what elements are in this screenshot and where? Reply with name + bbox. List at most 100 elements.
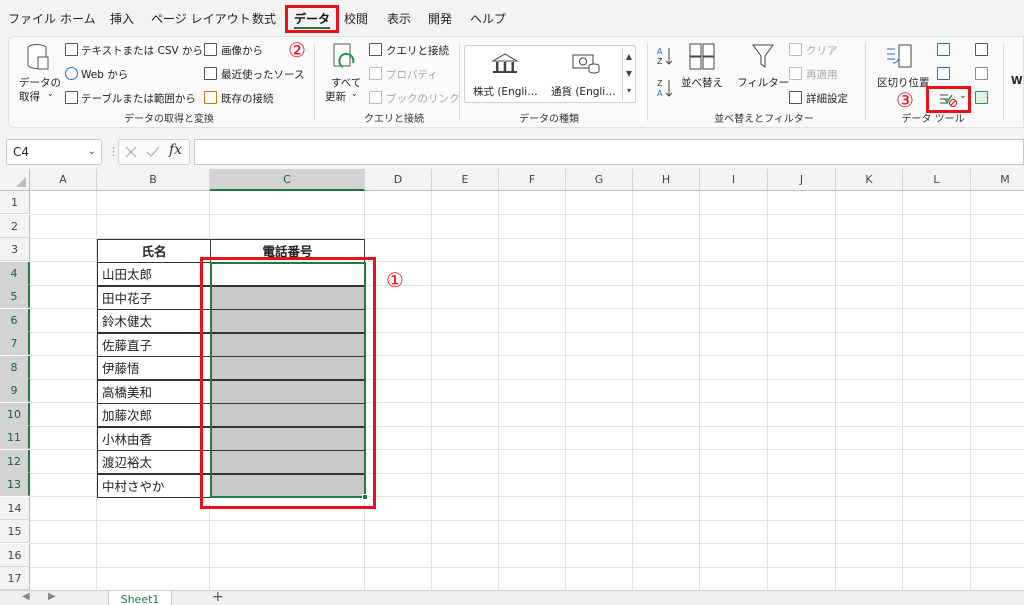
from-text-csv-button[interactable]: テキストまたは CSV から (81, 43, 203, 58)
group-label-get-data: データの取得と変換 (124, 114, 214, 125)
scroll-left-icon[interactable]: ◀ (22, 591, 30, 602)
queries-connections-button[interactable]: クエリと接続 (386, 43, 449, 58)
row-header-10[interactable]: 10 (0, 402, 30, 426)
group-divider (459, 43, 460, 121)
row-header-8[interactable]: 8 (0, 355, 30, 379)
grid-hline (30, 566, 1024, 568)
annotation-number-2: ② (288, 38, 306, 62)
workbook-links-button[interactable]: ブックのリンク (386, 91, 460, 106)
insert-function-icon[interactable]: fx (169, 142, 182, 158)
queries-connections-icon (369, 43, 382, 56)
what-if-button[interactable]: Wh (1011, 75, 1023, 87)
from-table-range-button[interactable]: テーブルまたは範囲から (81, 91, 196, 106)
cancel-icon[interactable] (125, 146, 137, 158)
properties-icon (369, 67, 382, 80)
column-header-m[interactable]: M (971, 169, 1024, 191)
tab-developer[interactable]: 開発 (428, 8, 452, 30)
name-cell[interactable]: 高橋美和 (97, 379, 211, 404)
column-header-l[interactable]: L (903, 169, 971, 191)
column-header-a[interactable]: A (30, 169, 97, 191)
column-header-c[interactable]: C (210, 169, 365, 191)
name-cell[interactable]: 佐藤直子 (97, 332, 211, 357)
column-header-j[interactable]: J (768, 169, 836, 191)
grid-hline (30, 519, 1024, 521)
data-model-icon[interactable] (975, 91, 988, 104)
chevron-down-icon[interactable]: ⌄ (88, 140, 96, 164)
properties-button[interactable]: プロパティ (386, 67, 438, 82)
column-header-b[interactable]: B (97, 169, 210, 191)
formula-input[interactable] (194, 139, 1024, 165)
row-header-9[interactable]: 9 (0, 379, 30, 402)
existing-connections-button[interactable]: 既存の接続 (221, 91, 274, 106)
data-types-gallery: 株式 (Engli… 通貨 (Engli… ▲ ▼ ▾ (464, 45, 636, 103)
name-cell[interactable]: 伊藤悟 (97, 356, 211, 380)
grid-hline (30, 543, 1024, 544)
tab-review[interactable]: 校閲 (344, 8, 368, 30)
column-header-h[interactable]: H (633, 169, 700, 191)
name-cell[interactable]: 加藤次郎 (97, 403, 211, 427)
row-header-5[interactable]: 5 (0, 285, 30, 308)
sheet-tab-sheet1[interactable]: Sheet1 (108, 591, 172, 605)
tab-view[interactable]: 表示 (387, 8, 411, 30)
group-label-data-types: データの種類 (519, 114, 579, 125)
ribbon: データの 取得 ⌄ テキストまたは CSV から Web から テーブルまたは範… (8, 36, 1024, 128)
column-header-g[interactable]: G (566, 169, 633, 191)
row-header-17[interactable]: 17 (0, 567, 30, 590)
row-header-3[interactable]: 3 (0, 238, 30, 261)
row-header-12[interactable]: 12 (0, 449, 30, 473)
column-header-d[interactable]: D (365, 169, 432, 191)
add-sheet-icon[interactable]: + (212, 589, 224, 605)
svg-text:A: A (657, 89, 663, 98)
clear-button[interactable]: クリア (806, 43, 838, 58)
name-box[interactable]: C4 ⌄ (6, 139, 102, 165)
row-header-4[interactable]: 4 (0, 261, 30, 285)
column-header-f[interactable]: F (499, 169, 566, 191)
reapply-button[interactable]: 再適用 (806, 67, 838, 82)
tab-insert[interactable]: 挿入 (110, 8, 134, 30)
column-header-i[interactable]: I (700, 169, 768, 191)
svg-text:A: A (657, 47, 663, 56)
row-header-1[interactable]: 1 (0, 191, 30, 214)
scroll-right-icon[interactable]: ▶ (48, 591, 56, 602)
recent-sources-button[interactable]: 最近使ったソース (221, 67, 304, 82)
tab-home[interactable]: ホーム (60, 8, 96, 30)
gallery-scroll[interactable]: ▲ ▼ ▾ (622, 48, 635, 100)
enter-check-icon[interactable] (146, 146, 160, 158)
name-cell[interactable]: 渡辺裕太 (97, 450, 211, 474)
from-image-button[interactable]: 画像から (221, 43, 263, 58)
name-cell[interactable]: 小林由香 (97, 426, 211, 451)
row-header-14[interactable]: 14 (0, 496, 30, 520)
advanced-filter-button[interactable]: 詳細設定 (806, 91, 848, 106)
tab-help[interactable]: ヘルプ (470, 8, 506, 30)
name-cell[interactable]: 山田太郎 (97, 262, 211, 286)
sort-az-icon: A Z (657, 47, 673, 66)
column-header-e[interactable]: E (432, 169, 499, 191)
bank-icon (491, 53, 519, 73)
tab-file[interactable]: ファイル (8, 8, 56, 30)
name-cell[interactable]: 田中花子 (97, 285, 211, 310)
row-header-11[interactable]: 11 (0, 426, 30, 449)
name-cell[interactable]: 中村さやか (97, 473, 211, 498)
chevron-down-icon: ⌄ (351, 89, 358, 98)
tab-formulas[interactable]: 数式 (252, 8, 276, 30)
row-header-16[interactable]: 16 (0, 543, 30, 567)
remove-duplicates-icon[interactable] (937, 67, 950, 80)
flash-fill-icon[interactable] (937, 43, 950, 56)
header-name-cell[interactable]: 氏名 (97, 239, 211, 263)
row-header-7[interactable]: 7 (0, 332, 30, 355)
spreadsheet-grid[interactable]: ABCDEFGHIJKLM 1 2 3 4 5 6 7 8 9 10 11 12 13 14 15 16 17 … (0, 169, 1024, 605)
row-header-13[interactable]: 13 (0, 473, 30, 496)
column-header-k[interactable]: K (836, 169, 903, 191)
sort-icon (689, 43, 715, 70)
select-all-corner[interactable] (0, 169, 30, 191)
relationships-icon[interactable] (975, 67, 988, 80)
table-range-icon (65, 91, 78, 104)
row-header-2[interactable]: 2 (0, 214, 30, 238)
tab-page-layout[interactable]: ページ レイアウト (151, 8, 251, 30)
consolidate-icon[interactable] (975, 43, 988, 56)
row-header-15[interactable]: 15 (0, 520, 30, 543)
from-web-button[interactable]: Web から (81, 67, 128, 82)
row-header-6[interactable]: 6 (0, 308, 30, 332)
name-cell[interactable]: 鈴木健太 (97, 309, 211, 333)
tab-data[interactable]: データ (285, 5, 340, 33)
